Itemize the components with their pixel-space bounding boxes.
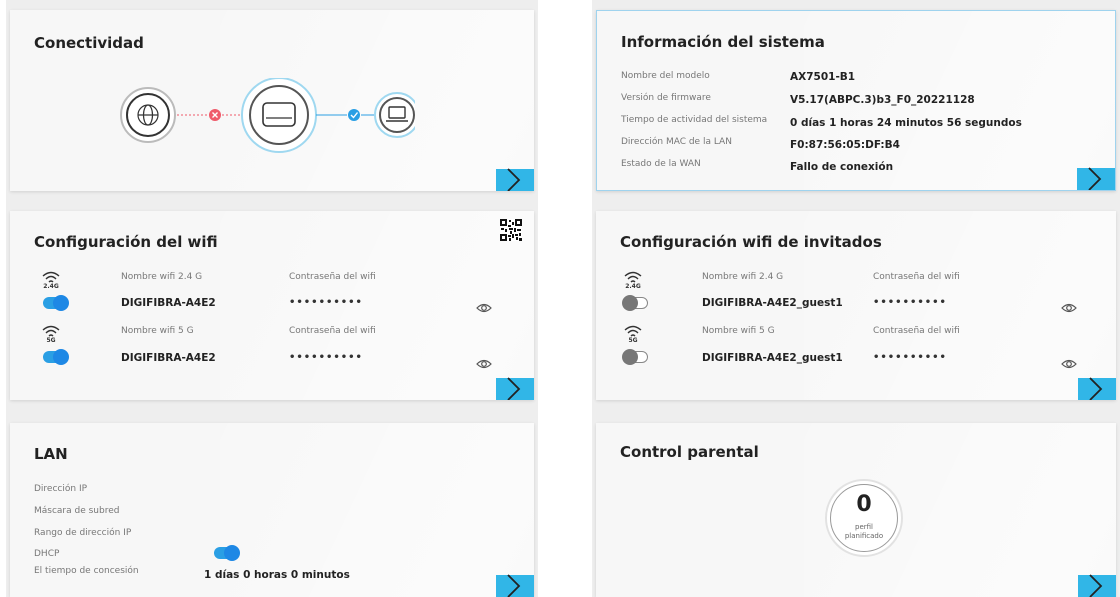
lan-more-button[interactable] <box>496 574 534 597</box>
guest-wifi-title: Configuración wifi de invitados <box>620 233 882 251</box>
system-info-more-button[interactable] <box>1077 167 1115 190</box>
chevron-right-icon <box>1089 377 1103 400</box>
eye-icon[interactable] <box>476 358 492 370</box>
parental-control-title: Control parental <box>620 443 759 461</box>
guest-wifi-24g-password: •••••••••• <box>873 297 947 308</box>
guest-wifi-5g-password-label: Contraseña del wifi <box>873 326 960 336</box>
chevron-right-icon <box>1088 167 1102 190</box>
ok-status-icon <box>348 109 360 121</box>
eye-icon[interactable] <box>1061 302 1077 314</box>
firmware-value: V5.17(ABPC.3)b3_F0_20221128 <box>790 94 975 106</box>
chevron-right-icon <box>1089 574 1103 597</box>
wifi-5g-name-label: Nombre wifi 5 G <box>121 326 194 336</box>
parental-more-button[interactable] <box>1078 574 1116 597</box>
chevron-right-icon <box>507 168 521 191</box>
wifi-24g-password-label: Contraseña del wifi <box>289 272 376 282</box>
dhcp-toggle[interactable] <box>214 545 240 561</box>
firmware-label: Versión de firmware <box>621 93 711 103</box>
wifi-5g-icon: 5G <box>41 324 61 346</box>
guest-wifi-24g-name: DIGIFIBRA-A4E2_guest1 <box>702 297 843 309</box>
guest-wifi-5g-toggle[interactable] <box>622 349 648 365</box>
profile-caption: perfil planificado <box>844 523 884 540</box>
lan-mac-label: Dirección MAC de la LAN <box>621 137 732 147</box>
wifi-more-button[interactable] <box>496 377 534 400</box>
lan-mask-label: Máscara de subred <box>34 506 120 516</box>
connectivity-diagram <box>120 78 415 153</box>
parental-profile-counter[interactable]: 0 perfil planificado <box>825 479 903 557</box>
error-status-icon <box>209 109 221 121</box>
chevron-right-icon <box>507 377 521 400</box>
uptime-value: 0 días 1 horas 24 minutos 56 segundos <box>790 117 1022 129</box>
wifi-title: Configuración del wifi <box>34 233 218 251</box>
wan-status-label: Estado de la WAN <box>621 159 701 169</box>
profile-count: 0 <box>856 492 872 517</box>
guest-wifi-5g-name-label: Nombre wifi 5 G <box>702 326 775 336</box>
wifi-24g-name-label: Nombre wifi 2.4 G <box>121 272 203 282</box>
left-column: Conectividad Configuración del wifi 2.4G… <box>6 0 538 597</box>
guest-wifi-more-button[interactable] <box>1078 377 1116 400</box>
wifi-24g-password: •••••••••• <box>289 297 363 308</box>
lan-mac-value: F0:87:56:05:DF:B4 <box>790 139 900 151</box>
router-icon <box>241 78 317 153</box>
guest-wifi-5g-password: •••••••••• <box>873 352 947 363</box>
eye-icon[interactable] <box>476 302 492 314</box>
lan-dhcp-label: DHCP <box>34 549 60 559</box>
wifi-24g-icon: 2.4G <box>41 270 61 292</box>
wifi-5g-password: •••••••••• <box>289 352 363 363</box>
connectivity-more-button[interactable] <box>496 168 534 191</box>
connectivity-card: Conectividad <box>10 10 534 191</box>
laptop-icon <box>374 92 415 138</box>
lan-card: LAN Dirección IP Máscara de subred Rango… <box>10 423 534 597</box>
wifi-24g-toggle[interactable] <box>43 295 69 311</box>
lan-title: LAN <box>34 445 68 463</box>
chevron-right-icon <box>507 574 521 597</box>
globe-icon <box>120 87 176 143</box>
model-value: AX7501-B1 <box>790 71 856 83</box>
wifi-card: Configuración del wifi 2.4G Nombre wifi … <box>10 211 534 400</box>
wifi-5g-name: DIGIFIBRA-A4E2 <box>121 352 216 364</box>
wifi-5g-password-label: Contraseña del wifi <box>289 326 376 336</box>
right-column: Información del sistema Nombre del model… <box>592 0 1120 597</box>
parental-control-card: Control parental 0 perfil planificado <box>596 423 1116 597</box>
guest-wifi-5g-name: DIGIFIBRA-A4E2_guest1 <box>702 352 843 364</box>
connectivity-title: Conectividad <box>34 34 144 52</box>
lan-lease-value: 1 días 0 horas 0 minutos <box>204 569 350 581</box>
wifi-24g-name: DIGIFIBRA-A4E2 <box>121 297 216 309</box>
wifi-24g-icon: 2.4G <box>623 270 643 292</box>
wifi-5g-icon: 5G <box>623 324 643 346</box>
guest-wifi-card: Configuración wifi de invitados 2.4G Nom… <box>596 211 1116 400</box>
uptime-label: Tiempo de actividad del sistema <box>621 115 768 125</box>
lan-lease-label: El tiempo de concesión <box>34 566 139 576</box>
qr-code-icon[interactable] <box>500 219 522 241</box>
wan-status-value: Fallo de conexión <box>790 161 894 173</box>
wifi-5g-toggle[interactable] <box>43 349 69 365</box>
model-label: Nombre del modelo <box>621 71 710 81</box>
lan-ip-label: Dirección IP <box>34 484 88 494</box>
lan-range-label: Rango de dirección IP <box>34 528 132 538</box>
eye-icon[interactable] <box>1061 358 1077 370</box>
system-info-card: Información del sistema Nombre del model… <box>596 10 1116 191</box>
guest-wifi-24g-password-label: Contraseña del wifi <box>873 272 960 282</box>
guest-wifi-24g-toggle[interactable] <box>622 295 648 311</box>
guest-wifi-24g-name-label: Nombre wifi 2.4 G <box>702 272 784 282</box>
system-info-title: Información del sistema <box>621 33 825 51</box>
